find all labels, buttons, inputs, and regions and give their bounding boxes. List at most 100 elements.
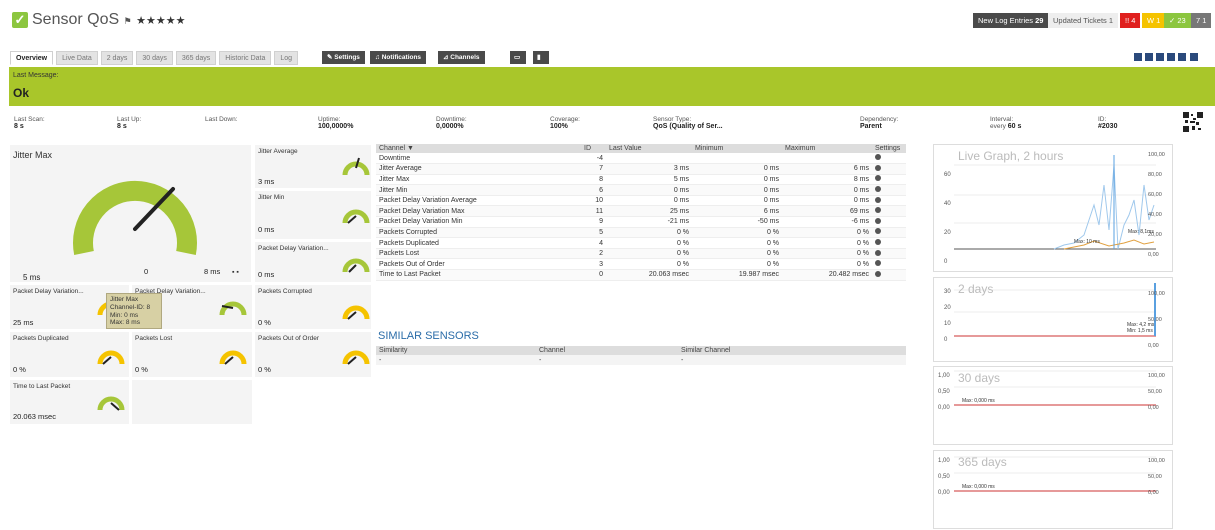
table-row[interactable]: Jitter Average 7 3 ms 0 ms 6 ms: [376, 163, 906, 175]
priority-stars[interactable]: ★★★★★: [136, 15, 185, 27]
gauge-panel-jitter-min[interactable]: Jitter Min 0 ms: [254, 190, 372, 240]
col-maximum[interactable]: Maximum: [782, 144, 872, 153]
clone-icon[interactable]: [1155, 52, 1165, 62]
table-row[interactable]: Packet Delay Variation Min 9 -21 ms -50 ms -…: [376, 216, 906, 228]
table-row[interactable]: Packet Delay Variation Average 10 0 ms 0 ms…: [376, 195, 906, 207]
gear-icon[interactable]: [875, 154, 881, 161]
channel-name[interactable]: Packets Corrupted: [376, 227, 581, 239]
y-axis-left: 1,00 0,50 0,00: [938, 458, 950, 496]
gauge-panel-packets-out-of-order[interactable]: Packets Out of Order 0 %: [254, 331, 372, 378]
two-days-graph[interactable]: 2 days 30 20 10 0 100,00 50,00 0,00 Max: 4,2 …: [933, 277, 1173, 362]
gauge-settings-icon[interactable]: ▪ ▪: [232, 269, 239, 276]
notifications-button[interactable]: ♫ Notifications: [370, 51, 427, 64]
settings-button[interactable]: ✎ Settings: [322, 51, 365, 64]
gear-icon[interactable]: [875, 239, 881, 246]
gear-icon[interactable]: [875, 260, 881, 267]
alarm-up-badge[interactable]: ✓ 23: [1164, 13, 1191, 28]
tab-live-data[interactable]: Live Data: [56, 51, 98, 65]
channel-name[interactable]: Packets Lost: [376, 248, 581, 260]
qr-code-icon[interactable]: [1183, 112, 1203, 132]
settings-cell: [872, 248, 906, 260]
table-row[interactable]: Packet Delay Variation Max 11 25 ms 6 ms 69 …: [376, 205, 906, 218]
table-row[interactable]: Jitter Min 6 0 ms 0 ms 0 ms: [376, 184, 906, 196]
tab-historic-data[interactable]: Historic Data: [219, 51, 272, 65]
tab-overview[interactable]: Overview: [10, 51, 54, 65]
channels-button[interactable]: ⊿ Channels: [438, 51, 485, 64]
tab-365-days[interactable]: 365 days: [175, 51, 217, 65]
table-row[interactable]: Downtime -4: [376, 153, 906, 165]
year-graph[interactable]: 365 days 1,00 0,50 0,00 100,00 50,00 0,00 Ma…: [933, 450, 1173, 529]
dependency[interactable]: Dependency: Parent: [860, 116, 898, 130]
settings-cell: [872, 269, 906, 281]
channel-name[interactable]: Time to Last Packet: [376, 269, 581, 281]
gear-icon[interactable]: [875, 196, 881, 203]
channel-name[interactable]: Jitter Max: [376, 174, 581, 186]
menu-chevron-down-icon[interactable]: [1189, 52, 1199, 62]
gear-icon[interactable]: [875, 217, 881, 224]
tab-2-days[interactable]: 2 days: [100, 51, 134, 65]
comment-button[interactable]: ▭: [510, 51, 526, 64]
gauge-panel-time-to-last-packet[interactable]: Time to Last Packet 20.063 msec: [9, 379, 130, 425]
gear-icon[interactable]: [875, 207, 881, 214]
live-graph[interactable]: Live Graph, 2 hours 60 40 20 0 100,00 80,00 6…: [933, 144, 1173, 272]
gauge-panel-jitter-average[interactable]: Jitter Average 3 ms: [254, 144, 372, 189]
last-value: 0 %: [606, 227, 692, 239]
table-row[interactable]: Packets Corrupted 5 0 % 0 % 0 %: [376, 227, 906, 239]
table-row[interactable]: Time to Last Packet 0 20.063 msec 19.987 ms…: [376, 269, 906, 281]
channel-name[interactable]: Packet Delay Variation Max: [376, 205, 581, 218]
gauge-panel-packets-lost[interactable]: Packets Lost 0 %: [131, 331, 253, 378]
channel-name[interactable]: Downtime: [376, 153, 581, 165]
y-axis-left: 60 40 20 0: [944, 172, 951, 265]
flag-icon[interactable]: ⚑: [124, 16, 132, 26]
col-channel[interactable]: Channel ▼: [376, 144, 581, 153]
table-row[interactable]: Packets Out of Order 3 0 % 0 % 0 %: [376, 258, 906, 271]
pause-icon[interactable]: [1133, 52, 1143, 62]
gauge-panel-jitter-max[interactable]: Jitter Max 5 ms 0 8 ms ▪ ▪: [9, 144, 252, 283]
gear-icon[interactable]: [875, 270, 881, 277]
table-row[interactable]: Packets Lost 2 0 % 0 % 0 %: [376, 248, 906, 260]
tab-log[interactable]: Log: [274, 51, 299, 65]
gauge-panel-pdv-average[interactable]: Packet Delay Variation... 0 ms: [254, 241, 372, 283]
delete-button[interactable]: ▮: [533, 51, 549, 64]
last-message-label: Last Message:: [13, 72, 59, 79]
col-last-value[interactable]: Last Value: [606, 144, 692, 153]
table-row[interactable]: Packets Duplicated 4 0 % 0 % 0 %: [376, 237, 906, 249]
col-minimum[interactable]: Minimum: [692, 144, 782, 153]
gauge-panel-packets-duplicated[interactable]: Packets Duplicated 0 %: [9, 331, 130, 378]
gear-icon[interactable]: [875, 228, 881, 235]
tab-30-days[interactable]: 30 days: [136, 51, 173, 65]
minimum: 0 %: [692, 248, 782, 260]
alarm-paused-badge[interactable]: 7 1: [1191, 13, 1212, 28]
gauge-panel-packets-corrupted[interactable]: Packets Corrupted 0 %: [254, 284, 372, 330]
gauge-value: 20.063 msec: [13, 412, 56, 421]
new-log-entries-button[interactable]: New Log Entries 29: [973, 13, 1049, 28]
channel-name[interactable]: Packet Delay Variation Average: [376, 195, 581, 207]
last-value: 20.063 msec: [606, 269, 692, 281]
maximum: 6 ms: [782, 163, 872, 175]
check-now-icon[interactable]: [1144, 52, 1154, 62]
gear-icon[interactable]: [875, 186, 881, 193]
col-id[interactable]: ID: [581, 144, 606, 153]
gear-icon[interactable]: [875, 249, 881, 256]
alarm-down-badge[interactable]: !! 4: [1120, 13, 1141, 28]
interval: Interval: every 60 s: [990, 116, 1022, 130]
gear-icon[interactable]: [875, 175, 881, 182]
channel-id: 0: [581, 269, 606, 281]
thirty-days-graph[interactable]: 30 days 1,00 0,50 0,00 100,00 50,00 0,00 Max…: [933, 366, 1173, 445]
alarm-warning-badge[interactable]: W 1: [1142, 13, 1166, 28]
gear-icon[interactable]: [875, 164, 881, 171]
refresh-icon[interactable]: [1166, 52, 1176, 62]
gauge-title: Packets Corrupted: [258, 288, 312, 295]
trash-icon[interactable]: [1177, 52, 1187, 62]
gauge-max: 8 ms: [204, 267, 221, 276]
channel-name[interactable]: Packet Delay Variation Min: [376, 216, 581, 228]
channel-name[interactable]: Packets Out of Order: [376, 258, 581, 271]
gauge-tooltip: Jitter Max Channel-ID: 8 Min: 0 ms Max: 8 m…: [106, 293, 162, 329]
updated-tickets-button[interactable]: Updated Tickets 1: [1048, 13, 1119, 28]
table-row[interactable]: Jitter Max 8 5 ms 0 ms 8 ms: [376, 174, 906, 186]
uptime: Uptime: 100,0000%: [318, 116, 354, 130]
channel-name[interactable]: Jitter Min: [376, 184, 581, 196]
channel-name[interactable]: Jitter Average: [376, 163, 581, 175]
y-axis-right: 100,00 80,00 60,00 40,00 20,00 0,00: [1148, 152, 1165, 258]
channel-name[interactable]: Packets Duplicated: [376, 237, 581, 249]
